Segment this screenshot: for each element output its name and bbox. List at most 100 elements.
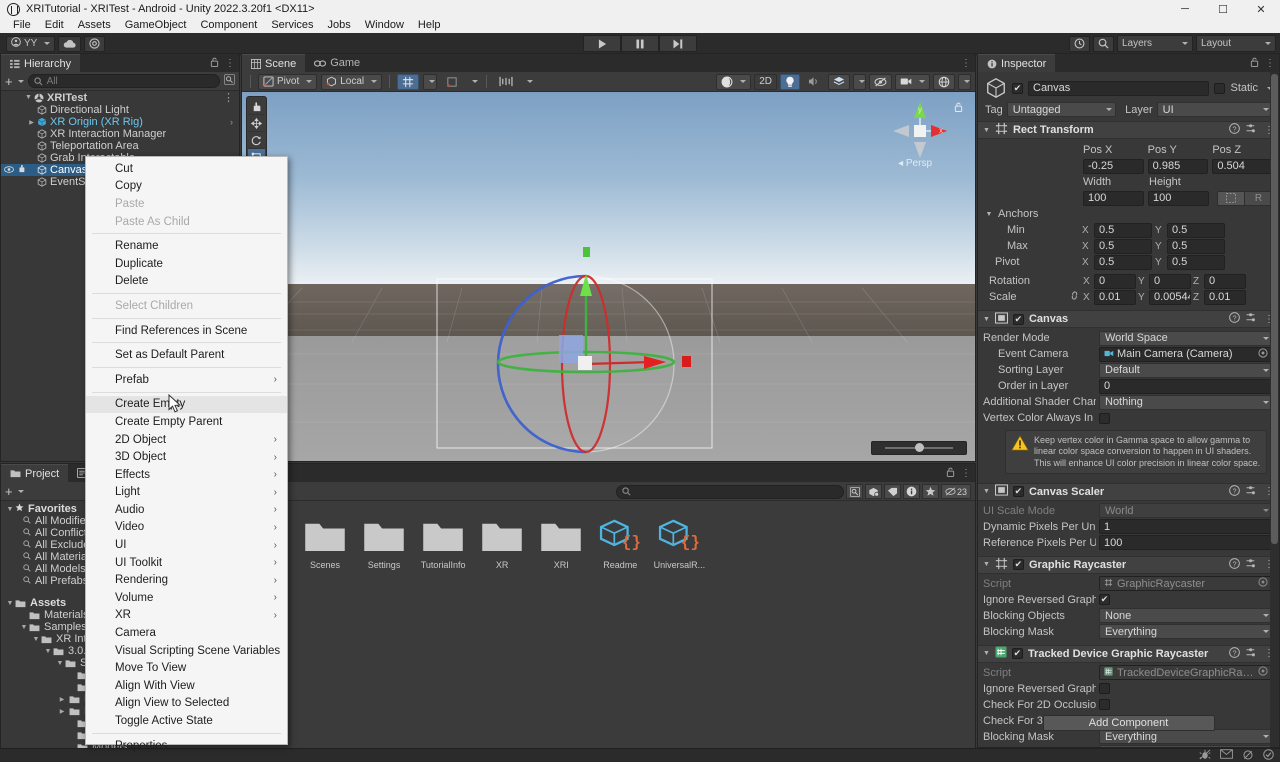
raycast-trigger-interaction-dropdown[interactable]: Ignore: [1099, 745, 1273, 747]
reference-pixels-field[interactable]: 100: [1099, 535, 1273, 551]
graphic-raycaster-enabled-checkbox[interactable]: ✔: [1012, 559, 1024, 571]
tab-hierarchy[interactable]: Hierarchy: [1, 54, 81, 72]
scene-gizmos-button[interactable]: [933, 73, 955, 90]
inspector-scrollbar[interactable]: [1270, 72, 1279, 747]
menu-window[interactable]: Window: [358, 18, 411, 33]
more-options-icon[interactable]: ⋮: [225, 58, 235, 69]
scene-lighting-button[interactable]: [780, 73, 800, 90]
more-options-icon[interactable]: ⋮: [961, 58, 971, 69]
scene-camera-speed-slider[interactable]: [871, 441, 967, 455]
height-field[interactable]: 100: [1148, 190, 1209, 206]
twisty-icon[interactable]: ▼: [983, 650, 990, 657]
constrain-proportions-icon[interactable]: [1069, 291, 1081, 303]
twisty-icon[interactable]: ▼: [983, 211, 995, 218]
context-item-find-references-in-scene[interactable]: Find References in Scene: [86, 322, 287, 340]
preset-icon[interactable]: [1246, 485, 1258, 499]
context-item-delete[interactable]: Delete: [86, 273, 287, 291]
help-icon[interactable]: ?: [1229, 646, 1240, 661]
blocking-mask-dropdown[interactable]: Everything: [1099, 624, 1273, 640]
snap-increment-button[interactable]: [441, 74, 463, 90]
twisty-icon[interactable]: ▼: [43, 648, 53, 655]
menu-help[interactable]: Help: [411, 18, 448, 33]
project-add-button[interactable]: +: [5, 484, 24, 499]
lock-icon[interactable]: [1250, 57, 1259, 70]
rotation-y-field[interactable]: 0: [1149, 273, 1191, 289]
twisty-icon[interactable]: ▼: [19, 624, 29, 631]
twisty-icon[interactable]: ▼: [983, 127, 990, 134]
step-button[interactable]: [659, 35, 697, 52]
hierarchy-search-input[interactable]: All: [27, 74, 220, 88]
minimize-button[interactable]: ─: [1166, 0, 1204, 18]
layers-dropdown[interactable]: Layers: [1117, 35, 1193, 52]
context-item-move-to-view[interactable]: Move To View: [86, 659, 287, 677]
canvas-scaler-enabled-checkbox[interactable]: ✔: [1012, 486, 1024, 498]
context-item-light[interactable]: Light ›: [86, 484, 287, 502]
search-in-packages-button[interactable]: [846, 484, 863, 499]
asset-item[interactable]: Settings: [356, 515, 412, 570]
hierarchy-row-xr-interaction-manager[interactable]: XR Interaction Manager: [1, 128, 239, 140]
help-icon[interactable]: ?: [1229, 484, 1240, 499]
context-item-rename[interactable]: Rename: [86, 237, 287, 255]
account-button[interactable]: YY: [6, 35, 56, 52]
asset-item[interactable]: Scenes: [297, 515, 353, 570]
context-item-video[interactable]: Video ›: [86, 519, 287, 537]
event-camera-value[interactable]: Main Camera (Camera): [1117, 348, 1233, 360]
menu-component[interactable]: Component: [193, 18, 264, 33]
pivot-x-field[interactable]: 0.5: [1094, 254, 1152, 270]
more-options-icon[interactable]: ⋮: [223, 91, 234, 104]
gizmo-lock-icon[interactable]: [954, 102, 963, 114]
context-item-camera[interactable]: Camera: [86, 624, 287, 642]
scene-viewport[interactable]: ◂ Persp y x: [242, 92, 975, 461]
object-picker-icon[interactable]: [1258, 666, 1268, 679]
preset-icon[interactable]: [1246, 123, 1258, 137]
rotation-z-field[interactable]: 0: [1204, 273, 1246, 289]
render-mode-dropdown[interactable]: World Space: [1099, 330, 1273, 346]
blocking-mask-dropdown[interactable]: Everything: [1099, 729, 1273, 745]
context-item-effects[interactable]: Effects ›: [86, 466, 287, 484]
preset-icon[interactable]: [1246, 312, 1258, 326]
menu-assets[interactable]: Assets: [71, 18, 118, 33]
cloud-button[interactable]: [58, 35, 82, 52]
help-icon[interactable]: ?: [1229, 557, 1240, 572]
scene-fx-dropdown[interactable]: [853, 73, 866, 90]
project-search-input[interactable]: [616, 484, 844, 499]
component-header-graphic-raycaster[interactable]: ▼ ✔ Graphic Raycaster ? ⋮: [978, 555, 1279, 574]
hidden-packages-count[interactable]: 23: [941, 484, 971, 499]
twisty-icon[interactable]: ▼: [55, 660, 65, 667]
anchor-min-x-field[interactable]: 0.5: [1094, 222, 1152, 238]
pos-z-field[interactable]: 0.504: [1212, 158, 1274, 174]
twisty-icon[interactable]: ▶: [57, 696, 67, 703]
more-options-icon[interactable]: ⋮: [961, 468, 971, 479]
pivot-toggle-button[interactable]: Pivot: [258, 73, 318, 90]
pos-y-field[interactable]: 0.985: [1147, 158, 1209, 174]
undo-history-button[interactable]: [1069, 35, 1090, 52]
context-item-ui[interactable]: UI ›: [86, 536, 287, 554]
context-item-prefab[interactable]: Prefab ›: [86, 371, 287, 389]
lock-icon[interactable]: [946, 467, 955, 480]
rotate-tool-button[interactable]: [248, 132, 265, 149]
play-button[interactable]: [583, 35, 621, 52]
tab-project[interactable]: Project: [1, 464, 69, 482]
width-field[interactable]: 100: [1083, 190, 1144, 206]
tab-game[interactable]: Game: [305, 54, 370, 72]
anchor-min-y-field[interactable]: 0.5: [1167, 222, 1225, 238]
twisty-icon[interactable]: ▼: [983, 488, 990, 495]
hierarchy-search-icon-btn[interactable]: [224, 74, 235, 88]
bug-report-icon[interactable]: [1199, 749, 1211, 762]
object-active-checkbox[interactable]: ✔: [1012, 82, 1023, 94]
menu-services[interactable]: Services: [264, 18, 320, 33]
preset-icon[interactable]: [1246, 558, 1258, 572]
context-item-3d-object[interactable]: 3D Object ›: [86, 448, 287, 466]
vertex-color-checkbox[interactable]: [1099, 412, 1110, 424]
tab-inspector[interactable]: Inspector: [978, 54, 1056, 72]
pos-x-field[interactable]: -0.25: [1083, 158, 1144, 174]
context-item-create-empty-parent[interactable]: Create Empty Parent: [86, 413, 287, 431]
cloud-settings-button[interactable]: [84, 35, 106, 52]
grid-snapping-button[interactable]: [397, 73, 420, 90]
scene-audio-button[interactable]: [803, 74, 825, 90]
chevron-right-icon[interactable]: ›: [230, 117, 233, 127]
tag-dropdown[interactable]: Untagged: [1006, 102, 1117, 117]
hierarchy-row-directional-light[interactable]: Directional Light: [1, 104, 239, 116]
object-picker-icon[interactable]: [1258, 347, 1268, 361]
lock-icon[interactable]: [210, 57, 219, 70]
